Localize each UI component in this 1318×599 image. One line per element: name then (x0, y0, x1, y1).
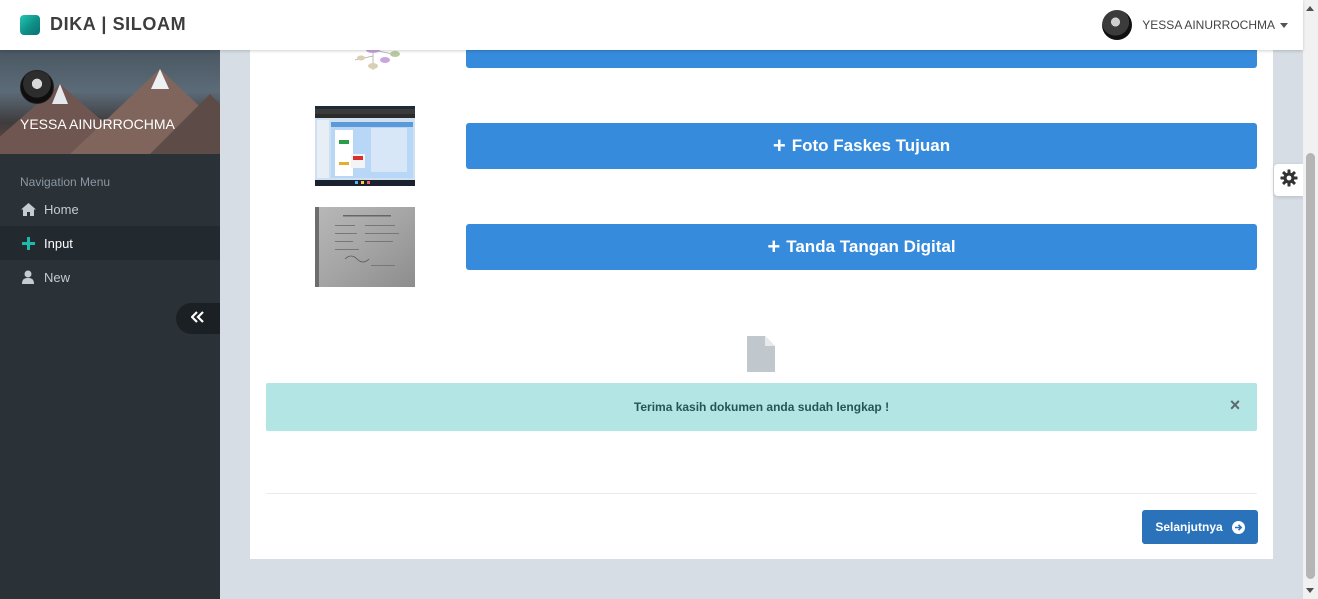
upload-tanda-tangan-digital-button[interactable]: + Tanda Tangan Digital (466, 224, 1257, 270)
profile-name: YESSA AINURROCHMA (20, 116, 175, 132)
sidebar-item-label: Home (44, 201, 79, 217)
header-user-name: YESSA AINURROCHMA (1142, 18, 1275, 32)
brand[interactable]: DIKA | SILOAM (20, 14, 186, 35)
upload-button-label: Foto Faskes Tujuan (791, 136, 951, 155)
scroll-up-arrow-icon[interactable] (1306, 6, 1314, 11)
document-icon (747, 336, 775, 377)
settings-button[interactable] (1274, 164, 1303, 196)
sidebar-item-input[interactable]: Input (0, 226, 220, 260)
user-icon (20, 269, 36, 285)
top-navbar: DIKA | SILOAM YESSA AINURROCHMA (0, 0, 1303, 50)
sidebar-item-label: New (44, 269, 71, 285)
sidebar-profile: YESSA AINURROCHMA (0, 50, 220, 154)
sidebar-item-label: Input (44, 235, 73, 251)
scroll-down-arrow-icon[interactable] (1306, 588, 1314, 593)
scroll-thumb[interactable] (1306, 153, 1315, 579)
sidebar-item-home[interactable]: Home (0, 192, 220, 226)
sidebar-item-new[interactable]: New (0, 260, 220, 294)
upload-button-label: Tanda Tangan Digital (786, 237, 956, 256)
avatar (1102, 10, 1133, 40)
success-alert: Terima kasih dokumen anda sudah lengkap … (266, 383, 1257, 431)
profile-avatar (20, 70, 54, 104)
sidebar: YESSA AINURROCHMA Navigation Menu Home I… (0, 50, 220, 599)
brand-logo-icon (20, 14, 40, 35)
next-button-label: Selanjutnya (1155, 520, 1223, 534)
close-icon[interactable]: × (1227, 395, 1243, 415)
nav-heading: Navigation Menu (20, 175, 111, 189)
profile-background-snow (151, 69, 169, 89)
caret-down-icon (1280, 22, 1288, 28)
gear-icon (1280, 169, 1298, 192)
double-chevron-left-icon (190, 310, 205, 328)
plus-icon: + (767, 234, 781, 259)
upload-thumbnail-signature-paper[interactable] (315, 207, 415, 287)
next-button[interactable]: Selanjutnya (1142, 510, 1258, 544)
sidebar-collapse-button[interactable] (176, 303, 220, 334)
arrow-circle-right-icon (1231, 520, 1245, 534)
content-panel: + Foto Faskes Awal + Foto Faskes Tujuan (250, 22, 1273, 559)
plus-icon: + (772, 133, 786, 158)
user-menu-dropdown[interactable]: YESSA AINURROCHMA (1102, 10, 1288, 40)
profile-background-snow (52, 84, 68, 104)
upload-foto-faskes-tujuan-button[interactable]: + Foto Faskes Tujuan (466, 123, 1257, 169)
scrollbar[interactable] (1303, 0, 1318, 599)
upload-thumbnail-screenshot[interactable] (315, 106, 415, 186)
alert-message: Terima kasih dokumen anda sudah lengkap … (633, 400, 890, 414)
brand-name: DIKA | SILOAM (50, 14, 187, 34)
plus-icon (20, 235, 36, 251)
home-icon (20, 201, 36, 217)
divider (266, 493, 1257, 494)
